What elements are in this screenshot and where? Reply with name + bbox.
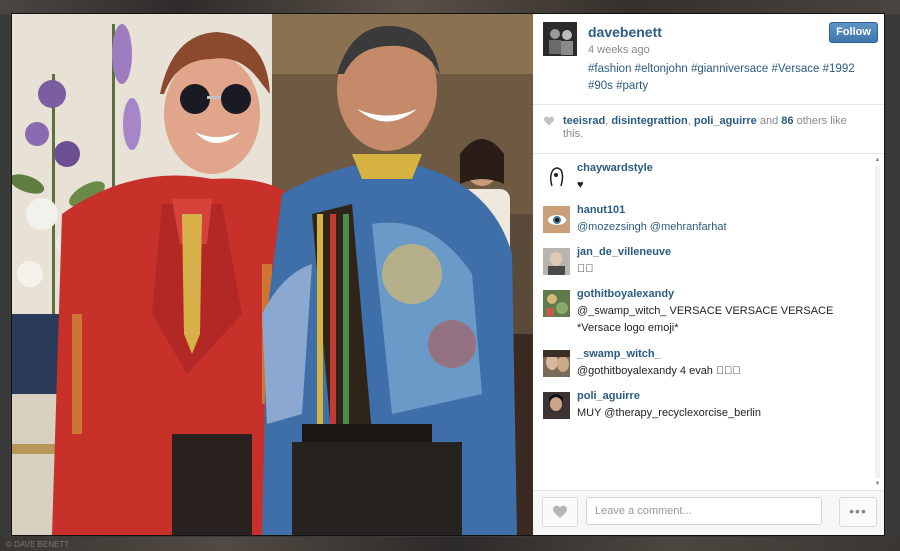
comment-composer: •••	[533, 491, 884, 535]
commenter-username[interactable]: gothitboyalexandy	[577, 288, 674, 300]
comment-text: @mozezsingh @mehranfarhat	[577, 221, 727, 233]
commenter-avatar[interactable]	[543, 350, 570, 377]
comment-item: gothitboyalexandy @_swamp_witch_ VERSACE…	[543, 288, 863, 340]
author-avatar[interactable]	[543, 22, 577, 56]
commenter-username[interactable]: chaywardstyle	[577, 162, 653, 174]
comments-scrollbar[interactable]: ▲ ▼	[873, 156, 882, 488]
post-side-panel: davebenett 4 weeks ago #fashion #eltonjo…	[533, 14, 884, 535]
scroll-down-arrow-icon[interactable]: ▼	[873, 480, 882, 488]
commenter-avatar[interactable]	[543, 248, 570, 275]
comment-input[interactable]	[586, 497, 822, 525]
scroll-track[interactable]	[875, 166, 880, 478]
background-strip-bottom	[0, 537, 900, 551]
like-button[interactable]	[542, 497, 578, 527]
likes-text: teeisrad, disintegrattion, poli_aguirre …	[563, 115, 847, 140]
post-caption[interactable]: #fashion #eltonjohn #gianniversace #Vers…	[588, 61, 868, 95]
commenter-avatar[interactable]	[543, 290, 570, 317]
photo-watermark: © DAVE BENETT	[6, 540, 70, 549]
post-modal: davebenett 4 weeks ago #fashion #eltonjo…	[12, 14, 884, 535]
heart-icon	[544, 116, 554, 126]
comment-text: MUY @therapy_recyclexorcise_berlin	[577, 407, 761, 419]
post-header: davebenett 4 weeks ago #fashion #eltonjo…	[533, 14, 884, 105]
author-username[interactable]: davebenett	[588, 24, 662, 40]
commenter-username[interactable]: poli_aguirre	[577, 390, 640, 402]
liker-link[interactable]: teeisrad	[563, 115, 605, 127]
liker-link[interactable]: disintegrattion	[611, 115, 687, 127]
commenter-avatar[interactable]	[543, 164, 570, 191]
comment-item: _swamp_witch_ @gothitboyalexandy 4 evah …	[543, 348, 863, 382]
comment-item: hanut101 @mozezsingh @mehranfarhat	[543, 204, 863, 238]
heart-icon	[553, 505, 567, 519]
likes-count[interactable]: 86	[781, 115, 793, 127]
follow-button[interactable]: Follow	[829, 22, 878, 43]
comment-item: jan_de_villeneuve 􀀀􀀀	[543, 246, 863, 280]
commenter-avatar[interactable]	[543, 206, 570, 233]
commenter-username[interactable]: _swamp_witch_	[577, 348, 661, 360]
commenter-username[interactable]: jan_de_villeneuve	[577, 246, 671, 258]
comment-text: ♥	[577, 179, 584, 191]
liker-link[interactable]: poli_aguirre	[694, 115, 757, 127]
comment-item: poli_aguirre MUY @therapy_recyclexorcise…	[543, 390, 863, 424]
post-photo[interactable]	[12, 14, 533, 535]
post-timestamp: 4 weeks ago	[588, 44, 650, 56]
likes-summary: teeisrad, disintegrattion, poli_aguirre …	[533, 105, 884, 154]
commenter-avatar[interactable]	[543, 392, 570, 419]
comments-list: chaywardstyle ♥ hanut101 @mozezsingh @me…	[533, 154, 884, 491]
comment-text: @_swamp_witch_ VERSACE VERSACE VERSACE *…	[577, 305, 834, 334]
comment-text: 􀀀􀀀	[577, 263, 594, 275]
comment-item: chaywardstyle ♥	[543, 162, 863, 196]
commenter-username[interactable]: hanut101	[577, 204, 625, 216]
scroll-up-arrow-icon[interactable]: ▲	[873, 156, 882, 164]
more-options-button[interactable]: •••	[839, 497, 877, 527]
comment-text: @gothitboyalexandy 4 evah 􀀀􀀀􀀀	[577, 365, 741, 377]
post-photo-illustration	[12, 14, 533, 535]
background-strip-top	[0, 0, 900, 14]
